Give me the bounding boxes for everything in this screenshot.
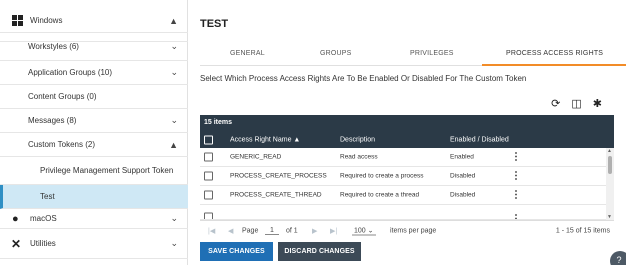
chevron-down-icon[interactable]: ⌄ bbox=[170, 213, 178, 224]
access-right-description: Read access bbox=[340, 153, 378, 161]
tools-icon: ✕ bbox=[11, 236, 22, 251]
chevron-down-icon[interactable]: ⌄ bbox=[170, 238, 178, 249]
table-toolbar: ⟳ ◫ ✱ bbox=[551, 97, 602, 110]
sidebar-item-label: Messages (8) bbox=[28, 116, 77, 125]
column-header-description[interactable]: Description bbox=[340, 136, 375, 143]
scroll-thumb[interactable] bbox=[608, 156, 612, 174]
row-checkbox[interactable] bbox=[204, 152, 213, 162]
access-right-status: Disabled bbox=[450, 191, 476, 199]
sidebar-item-label: Test bbox=[40, 192, 55, 201]
chevron-down-icon[interactable]: ⌄ bbox=[170, 67, 178, 78]
chevron-down-icon: ⌄ bbox=[367, 227, 374, 234]
sidebar-item-application-groups[interactable]: Application Groups (10) ⌄ bbox=[0, 61, 188, 85]
sidebar-item-macos[interactable]: ● macOS ⌄ bbox=[0, 209, 188, 229]
row-checkbox[interactable] bbox=[204, 212, 213, 219]
table-header: Access Right Name ▲ Description Enabled … bbox=[200, 131, 614, 148]
tab-process-access-rights[interactable]: PROCESS ACCESS RIGHTS bbox=[506, 50, 603, 57]
pagination-bar: |◀ ◀ Page 1 of 1 ▶ ▶| 100 ⌄ items per pa… bbox=[200, 220, 614, 240]
chevron-up-icon[interactable]: ▲ bbox=[169, 16, 178, 26]
row-checkbox[interactable] bbox=[204, 171, 213, 181]
sidebar-item-label: Custom Tokens (2) bbox=[28, 140, 95, 149]
chevron-up-icon[interactable]: ▲ bbox=[169, 140, 178, 150]
windows-icon bbox=[12, 15, 23, 26]
more-options-icon[interactable]: ⋮ bbox=[511, 190, 521, 201]
table-row[interactable]: GENERIC_READ Read access Enabled ⋮ bbox=[200, 148, 606, 167]
tab-general[interactable]: GENERAL bbox=[230, 50, 265, 57]
access-right-status: Enabled bbox=[450, 153, 474, 161]
tab-groups[interactable]: GROUPS bbox=[320, 50, 352, 57]
apple-icon: ● bbox=[12, 212, 19, 225]
discard-changes-button[interactable]: DISCARD CHANGES bbox=[278, 242, 361, 261]
next-page-icon[interactable]: ▶ bbox=[312, 227, 317, 235]
column-header-name[interactable]: Access Right Name ▲ bbox=[230, 136, 300, 143]
per-page-label: items per page bbox=[390, 227, 437, 234]
more-options-icon[interactable]: ⋮ bbox=[511, 171, 521, 182]
access-right-status: Disabled bbox=[450, 172, 476, 180]
sidebar-item-label: Application Groups (10) bbox=[28, 68, 113, 77]
access-right-name: GENERIC_READ bbox=[230, 153, 282, 161]
sidebar-item-label: macOS bbox=[30, 214, 57, 223]
sidebar-item-label: Privilege Management Support Token bbox=[40, 166, 174, 175]
table-row-partial[interactable]: ⋮ bbox=[200, 205, 606, 220]
column-header-status[interactable]: Enabled / Disabled bbox=[450, 136, 509, 143]
select-all-checkbox[interactable] bbox=[204, 135, 213, 144]
sidebar-item-messages[interactable]: Messages (8) ⌄ bbox=[0, 109, 188, 133]
active-tab-indicator bbox=[482, 64, 626, 66]
page-number-input[interactable]: 1 bbox=[265, 227, 279, 235]
table-row[interactable]: PROCESS_CREATE_THREAD Required to create… bbox=[200, 186, 606, 205]
chevron-down-icon[interactable]: ⌄ bbox=[170, 115, 178, 126]
main-content: TEST GENERAL GROUPS PRIVILEGES PROCESS A… bbox=[188, 0, 626, 265]
sidebar-item-label: Content Groups (0) bbox=[28, 92, 97, 101]
columns-icon[interactable]: ◫ bbox=[571, 97, 581, 110]
page-of-label: of 1 bbox=[286, 227, 298, 234]
access-right-name: PROCESS_CREATE_PROCESS bbox=[230, 172, 327, 180]
sidebar-item-workstyles[interactable]: Workstyles (6) ⌄ bbox=[0, 32, 188, 61]
tab-bar: GENERAL GROUPS PRIVILEGES PROCESS ACCESS… bbox=[200, 44, 626, 66]
help-button[interactable]: ? bbox=[610, 251, 626, 265]
more-options-icon[interactable]: ⋮ bbox=[511, 152, 521, 163]
table-scrollbar[interactable]: ▲ ▼ bbox=[606, 148, 614, 220]
policy-sidebar: Windows ▲ Workstyles (6) ⌄ Application G… bbox=[0, 0, 188, 265]
sidebar-item-custom-tokens[interactable]: Custom Tokens (2) ▲ bbox=[0, 133, 188, 157]
prev-page-icon[interactable]: ◀ bbox=[228, 227, 233, 235]
sidebar-item-support-token[interactable]: Privilege Management Support Token bbox=[0, 157, 188, 185]
sidebar-item-utilities[interactable]: ✕ Utilities ⌄ bbox=[0, 229, 188, 259]
chevron-down-icon[interactable]: ⌄ bbox=[170, 41, 178, 52]
page-title: TEST bbox=[200, 18, 229, 30]
table-row[interactable]: PROCESS_CREATE_PROCESS Required to creat… bbox=[200, 167, 606, 186]
sidebar-item-label: Utilities bbox=[30, 239, 56, 248]
page-label: Page bbox=[242, 227, 259, 234]
tab-privileges[interactable]: PRIVILEGES bbox=[410, 50, 454, 57]
access-right-description: Required to create a thread bbox=[340, 191, 420, 199]
gear-icon[interactable]: ✱ bbox=[593, 97, 602, 110]
page-input-wrap: 1 bbox=[263, 227, 281, 235]
save-changes-button[interactable]: SAVE CHANGES bbox=[200, 242, 273, 261]
items-count: 15 items bbox=[200, 115, 614, 131]
per-page-select[interactable]: 100 ⌄ bbox=[352, 226, 379, 235]
last-page-icon[interactable]: ▶| bbox=[330, 227, 337, 235]
access-rights-table: 15 items Access Right Name ▲ Description… bbox=[200, 115, 614, 240]
items-range: 1 - 15 of 15 items bbox=[555, 227, 610, 234]
access-right-description: Required to create a process bbox=[340, 172, 424, 180]
row-checkbox[interactable] bbox=[204, 190, 213, 200]
instruction-text: Select Which Process Access Rights Are T… bbox=[200, 74, 527, 83]
refresh-icon[interactable]: ⟳ bbox=[551, 97, 560, 110]
scroll-up-icon[interactable]: ▲ bbox=[607, 148, 612, 154]
sidebar-item-label: Workstyles (6) bbox=[28, 42, 79, 51]
access-right-name: PROCESS_CREATE_THREAD bbox=[230, 191, 322, 199]
per-page-value: 100 bbox=[354, 227, 366, 234]
first-page-icon[interactable]: |◀ bbox=[208, 227, 215, 235]
sidebar-item-test[interactable]: Test bbox=[0, 185, 188, 209]
sidebar-item-content-groups[interactable]: Content Groups (0) bbox=[0, 85, 188, 109]
sidebar-item-label: Windows bbox=[30, 16, 63, 25]
